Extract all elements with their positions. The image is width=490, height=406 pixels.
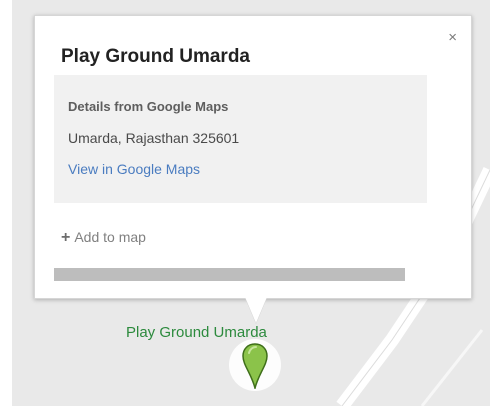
place-address: Umarda, Rajasthan 325601 (68, 130, 240, 146)
loading-bar (54, 268, 405, 281)
plus-icon: + (61, 229, 71, 246)
details-heading: Details from Google Maps (68, 99, 229, 114)
view-in-google-maps-link[interactable]: View in Google Maps (68, 161, 200, 177)
place-info-popup: × Play Ground Umarda Details from Google… (34, 15, 472, 299)
popup-title: Play Ground Umarda (61, 46, 250, 67)
map-pin-icon[interactable] (242, 343, 268, 389)
popup-pointer (245, 297, 267, 323)
close-icon[interactable]: × (448, 30, 457, 45)
details-panel: Details from Google Maps Umarda, Rajasth… (54, 75, 427, 203)
map-place-label[interactable]: Play Ground Umarda (126, 324, 267, 341)
add-to-map-button[interactable]: + Add to map (61, 229, 146, 247)
add-to-map-label: Add to map (74, 229, 146, 245)
